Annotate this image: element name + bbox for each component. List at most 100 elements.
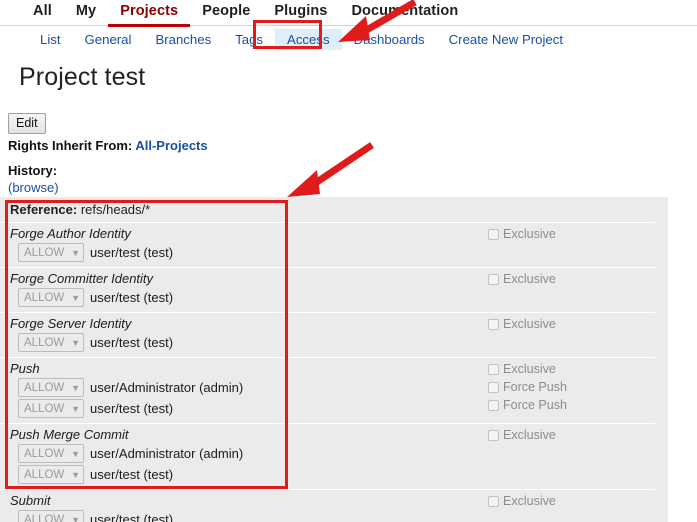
access-rule: ALLOW ▼ user/test (test) xyxy=(10,333,285,354)
action-select[interactable]: ALLOW ▼ xyxy=(18,399,84,418)
flag-checkbox[interactable] xyxy=(488,228,499,240)
flag-checkbox-row: Force Push xyxy=(480,378,655,396)
nav-item-projects[interactable]: Projects xyxy=(108,3,191,27)
flag-label: Force Push xyxy=(503,398,567,412)
flag-checkbox[interactable] xyxy=(488,429,499,441)
permission-flags-cell: Exclusive xyxy=(480,268,655,312)
chevron-down-icon: ▼ xyxy=(71,514,80,522)
flag-checkbox-row: Force Push xyxy=(480,396,655,414)
action-select[interactable]: ALLOW ▼ xyxy=(18,288,84,307)
flag-checkbox[interactable] xyxy=(488,318,499,330)
rule-group-name: user/test (test) xyxy=(90,400,174,416)
action-select-value: ALLOW xyxy=(24,468,65,481)
action-select-value: ALLOW xyxy=(24,336,65,349)
rights-inherit-label: Rights Inherit From: xyxy=(8,138,133,153)
history-browse-link[interactable]: (browse) xyxy=(8,180,59,195)
permission-rules-cell: Push Merge Commit ALLOW ▼ user/Administrato… xyxy=(0,424,285,489)
nav-item-all[interactable]: All xyxy=(21,3,64,24)
access-rule: ALLOW ▼ user/Administrator (admin) xyxy=(10,378,285,399)
action-select[interactable]: ALLOW ▼ xyxy=(18,243,84,262)
flag-checkbox[interactable] xyxy=(488,381,499,393)
subnav-item-access[interactable]: Access xyxy=(275,29,342,50)
subnav-item-dashboards[interactable]: Dashboards xyxy=(342,29,437,50)
access-rule: ALLOW ▼ user/test (test) xyxy=(10,465,285,486)
flag-label: Exclusive xyxy=(503,428,556,442)
subnav-item-tags[interactable]: Tags xyxy=(223,29,275,50)
permission-rules-cell: Push ALLOW ▼ user/Administrator (admin) ALLO… xyxy=(0,358,285,423)
gerrit-access-page: All My Projects People Plugins Documentation … xyxy=(0,0,697,522)
flag-label: Force Push xyxy=(503,380,567,394)
flag-checkbox-row: Exclusive xyxy=(480,492,655,510)
chevron-down-icon: ▼ xyxy=(71,337,80,348)
action-select[interactable]: ALLOW ▼ xyxy=(18,378,84,397)
rule-group-name: user/test (test) xyxy=(90,289,174,305)
access-rules-panel: Reference: refs/heads/* Forge Author Ide… xyxy=(0,197,668,522)
permission-rules-cell: Forge Author Identity ALLOW ▼ user/test (te… xyxy=(0,223,285,267)
permission-row: Forge Committer Identity ALLOW ▼ user/test … xyxy=(0,267,655,312)
access-rule: ALLOW ▼ user/test (test) xyxy=(10,399,285,420)
action-select-value: ALLOW xyxy=(24,402,65,415)
flag-spacer xyxy=(480,243,655,261)
permission-flags-cell: Exclusive Force Push Force Push xyxy=(480,358,655,423)
chevron-down-icon: ▼ xyxy=(71,448,80,459)
access-rule: ALLOW ▼ user/test (test) xyxy=(10,288,285,309)
nav-item-people[interactable]: People xyxy=(190,3,262,24)
nav-item-documentation[interactable]: Documentation xyxy=(339,3,470,24)
spacer-cell xyxy=(285,490,480,522)
action-select-value: ALLOW xyxy=(24,513,65,522)
subnav-item-create-new-project[interactable]: Create New Project xyxy=(437,29,575,50)
action-select-value: ALLOW xyxy=(24,447,65,460)
flag-label: Exclusive xyxy=(503,362,556,376)
flag-checkbox-row: Exclusive xyxy=(480,270,655,288)
rights-inherit-link[interactable]: All-Projects xyxy=(135,138,207,153)
chevron-down-icon: ▼ xyxy=(71,469,80,480)
permission-flags-cell: Exclusive xyxy=(480,490,655,522)
permission-flags-cell: Exclusive xyxy=(480,223,655,267)
page-title: Project test xyxy=(19,63,146,91)
permission-row: Forge Author Identity ALLOW ▼ user/test (te… xyxy=(0,222,655,267)
flag-label: Exclusive xyxy=(503,272,556,286)
arrow-to-access-table-annotation xyxy=(287,142,374,197)
flag-spacer xyxy=(480,462,655,480)
spacer-cell xyxy=(285,358,480,423)
flag-checkbox-row: Exclusive xyxy=(480,426,655,444)
permission-rules-cell: Forge Committer Identity ALLOW ▼ user/test … xyxy=(0,268,285,312)
rule-group-name: user/test (test) xyxy=(90,334,174,350)
flag-spacer xyxy=(480,333,655,351)
permission-row: Submit ALLOW ▼ user/test (test) Exclusive xyxy=(0,489,655,522)
spacer-cell xyxy=(285,313,480,357)
flag-checkbox-row: Exclusive xyxy=(480,315,655,333)
permission-name: Push xyxy=(10,361,40,376)
action-select[interactable]: ALLOW ▼ xyxy=(18,510,84,522)
permission-row: Forge Server Identity ALLOW ▼ user/test (te… xyxy=(0,312,655,357)
permission-name: Forge Committer Identity xyxy=(10,271,154,286)
permission-name: Submit xyxy=(10,493,51,508)
subnav-item-general[interactable]: General xyxy=(73,29,144,50)
nav-item-my[interactable]: My xyxy=(64,3,108,24)
chevron-down-icon: ▼ xyxy=(71,292,80,303)
edit-button[interactable]: Edit xyxy=(8,113,46,134)
action-select[interactable]: ALLOW ▼ xyxy=(18,444,84,463)
action-select[interactable]: ALLOW ▼ xyxy=(18,333,84,352)
permission-name: Forge Author Identity xyxy=(10,226,131,241)
flag-checkbox[interactable] xyxy=(488,273,499,285)
reference-label: Reference: xyxy=(10,202,78,217)
flag-checkbox[interactable] xyxy=(488,495,499,507)
flag-checkbox[interactable] xyxy=(488,399,499,411)
permission-flags-cell: Exclusive xyxy=(480,313,655,357)
permission-name: Forge Server Identity xyxy=(10,316,132,331)
flag-spacer xyxy=(480,288,655,306)
reference-value: refs/heads/* xyxy=(80,202,151,217)
action-select[interactable]: ALLOW ▼ xyxy=(18,465,84,484)
permission-name: Push Merge Commit xyxy=(10,427,129,442)
nav-item-plugins[interactable]: Plugins xyxy=(262,3,339,24)
access-rule: ALLOW ▼ user/test (test) xyxy=(10,510,285,522)
rule-group-name: user/test (test) xyxy=(90,244,174,260)
flag-checkbox[interactable] xyxy=(488,363,499,375)
subnav-item-list[interactable]: List xyxy=(28,29,73,50)
permission-flags-cell: Exclusive xyxy=(480,424,655,489)
flag-label: Exclusive xyxy=(503,227,556,241)
subnav-item-branches[interactable]: Branches xyxy=(143,29,223,50)
rights-inherit-from: Rights Inherit From: All-Projects xyxy=(8,138,208,153)
rule-group-name: user/test (test) xyxy=(90,466,174,482)
